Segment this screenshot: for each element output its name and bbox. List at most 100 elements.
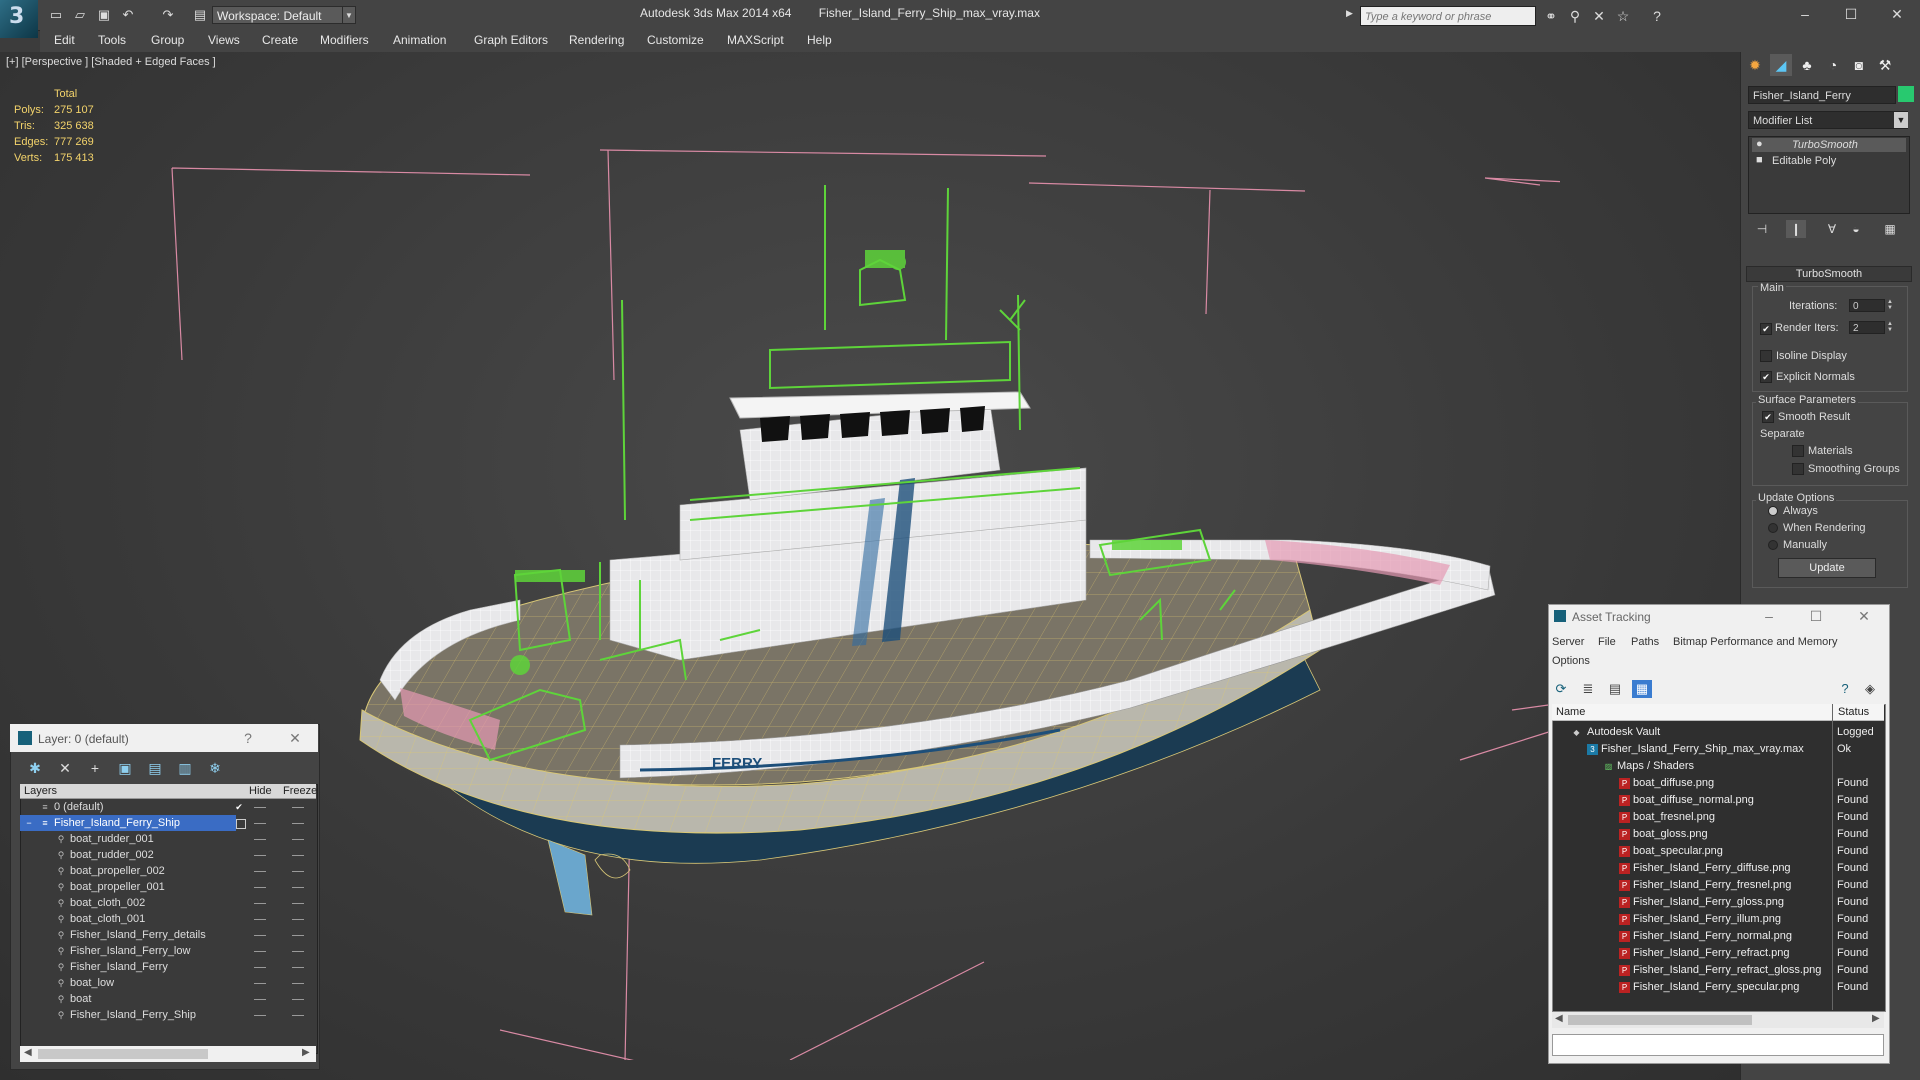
thumbnail-view-icon[interactable]: ▤ [1605, 680, 1625, 698]
close-icon[interactable]: ✕ [1849, 606, 1879, 626]
scrollbar-thumb[interactable] [38, 1049, 208, 1059]
show-end-result-icon[interactable]: ❙ [1786, 220, 1806, 238]
project-folder-icon[interactable]: ▤ [192, 7, 208, 23]
rollout-turbosmooth[interactable]: TurboSmooth [1746, 266, 1912, 282]
freeze-all-icon[interactable]: ❄ [204, 758, 226, 778]
maximize-icon[interactable]: ☐ [1829, 3, 1873, 25]
help-icon[interactable]: ? [1648, 7, 1666, 25]
menu-help[interactable]: Help [807, 33, 832, 47]
col-hide[interactable]: Hide [249, 785, 272, 797]
highlight-layer-icon[interactable]: ▤ [144, 758, 166, 778]
asset-menu-server[interactable]: Server [1552, 636, 1584, 648]
menu-group[interactable]: Group [151, 33, 184, 47]
light-bulb-icon[interactable]: ● [1756, 138, 1763, 150]
layer-row[interactable]: ⚲ Fisher_Island_Ferry_Ship [20, 1007, 316, 1023]
asset-row[interactable]: ◆ Autodesk Vault Logged [1553, 724, 1883, 741]
layer-row[interactable]: ⚲ boat_rudder_002 [20, 847, 316, 863]
menu-graph-editors[interactable]: Graph Editors [474, 33, 548, 47]
spinner-arrows-icon[interactable]: ▲ ▼ [1886, 299, 1894, 312]
render-iters-checkbox[interactable]: ✔ [1760, 323, 1772, 335]
scroll-left-icon[interactable]: ◀ [1555, 1013, 1563, 1024]
asset-menu-bitmap-performance[interactable]: Bitmap Performance and Memory [1673, 636, 1837, 648]
current-layer-box-icon[interactable] [236, 819, 246, 829]
asset-row[interactable]: P Fisher_Island_Ferry_refract.png Found [1553, 945, 1883, 962]
make-unique-icon[interactable]: ∀ [1822, 220, 1842, 238]
asset-row[interactable]: ▨ Maps / Shaders [1553, 758, 1883, 775]
explicit-normals-checkbox[interactable]: ✔ [1760, 371, 1772, 383]
col-status[interactable]: Status [1838, 706, 1869, 718]
table-view-icon[interactable]: ▦ [1632, 680, 1652, 698]
layer-row[interactable]: ⚲ boat_rudder_001 [20, 831, 316, 847]
layer-row[interactable]: ⚲ boat_propeller_001 [20, 879, 316, 895]
materials-checkbox[interactable] [1792, 445, 1804, 457]
asset-row[interactable]: P Fisher_Island_Ferry_refract_gloss.png Fo… [1553, 962, 1883, 979]
layer-row[interactable]: ⚲ boat_cloth_002 [20, 895, 316, 911]
viewport-label[interactable]: [+] [Perspective ] [Shaded + Edged Faces… [6, 56, 216, 68]
manually-radio[interactable] [1768, 540, 1778, 550]
menu-customize[interactable]: Customize [647, 33, 704, 47]
menu-rendering[interactable]: Rendering [569, 33, 624, 47]
scroll-right-icon[interactable]: ▶ [1872, 1013, 1880, 1024]
asset-menu-paths[interactable]: Paths [1631, 636, 1659, 648]
asset-row[interactable]: P Fisher_Island_Ferry_normal.png Found [1553, 928, 1883, 945]
minimize-icon[interactable]: – [1783, 3, 1827, 25]
scrollbar-thumb[interactable] [1568, 1015, 1752, 1025]
layer-row[interactable]: ⚲ Fisher_Island_Ferry_low [20, 943, 316, 959]
save-file-icon[interactable]: ▣ [96, 7, 112, 23]
undo-icon[interactable]: ↶ [120, 7, 136, 23]
close-icon[interactable]: ✕ [285, 728, 305, 748]
utilities-tab-icon[interactable]: ⚒ [1874, 54, 1896, 76]
help-icon[interactable]: ? [1835, 680, 1855, 698]
smooth-result-checkbox[interactable]: ✔ [1762, 411, 1774, 423]
modifier-list-dropdown[interactable]: Modifier List [1748, 111, 1908, 129]
create-layer-icon[interactable]: ✱ [24, 758, 46, 778]
asset-row[interactable]: Pboat_gloss.png Found [1553, 826, 1883, 843]
asset-row[interactable]: Pboat_diffuse_normal.png Found [1553, 792, 1883, 809]
modify-tab-icon[interactable]: ◢ [1770, 54, 1792, 76]
scroll-right-icon[interactable]: ▶ [302, 1047, 310, 1058]
display-tab-icon[interactable]: ◙ [1848, 54, 1870, 76]
col-freeze[interactable]: Freeze [283, 785, 317, 797]
workspace-dropdown[interactable]: Workspace: Default [212, 6, 352, 24]
layer-row[interactable]: ⚲ boat_cloth_001 [20, 911, 316, 927]
iterations-spinner[interactable]: 0 [1849, 299, 1885, 312]
layer-row-selected[interactable]: − ≡ Fisher_Island_Ferry_Ship [20, 815, 236, 831]
redo-icon[interactable]: ↷ [160, 7, 176, 23]
asset-row[interactable]: Pboat_specular.png Found [1553, 843, 1883, 860]
pin-stack-icon[interactable]: ⊣ [1752, 220, 1772, 238]
hide-all-icon[interactable]: ▥ [174, 758, 196, 778]
spinner-arrows-icon[interactable]: ▲ ▼ [1886, 321, 1894, 334]
refresh-icon[interactable]: ⟳ [1551, 680, 1571, 698]
col-name[interactable]: Name [1556, 706, 1585, 718]
open-file-icon[interactable]: ▱ [72, 7, 88, 23]
asset-menu-options[interactable]: Options [1552, 655, 1590, 667]
render-iters-spinner[interactable]: 2 [1849, 321, 1885, 334]
asset-row[interactable]: P Fisher_Island_Ferry_specular.png Found [1553, 979, 1883, 996]
layer-row[interactable]: ⚲ Fisher_Island_Ferry [20, 959, 316, 975]
remove-modifier-icon[interactable]: ◒ [1846, 220, 1866, 238]
ferry-model-render[interactable]: FERRY [160, 120, 1560, 1060]
expand-icon[interactable]: ■ [1756, 154, 1763, 166]
layer-row[interactable]: ≡ 0 (default) ✔ [20, 799, 316, 815]
binoculars-icon[interactable]: ⚭ [1542, 7, 1560, 25]
favorites-star-icon[interactable]: ☆ [1614, 7, 1632, 25]
update-button[interactable]: Update [1778, 558, 1876, 578]
layer-row[interactable]: ⚲ boat [20, 991, 316, 1007]
chevron-down-icon[interactable]: ▼ [1894, 112, 1908, 128]
list-view-icon[interactable]: ≣ [1578, 680, 1598, 698]
col-layers[interactable]: Layers [24, 785, 57, 797]
menu-animation[interactable]: Animation [393, 33, 446, 47]
asset-menu-file[interactable]: File [1598, 636, 1616, 648]
new-file-icon[interactable]: ▭ [48, 7, 64, 23]
subscription-icon[interactable]: ⚲ [1566, 7, 1584, 25]
menu-views[interactable]: Views [208, 33, 240, 47]
help-icon[interactable]: ? [238, 728, 258, 748]
menu-create[interactable]: Create [262, 33, 298, 47]
close-icon[interactable]: ✕ [1875, 3, 1919, 25]
menu-modifiers[interactable]: Modifiers [320, 33, 369, 47]
select-objects-icon[interactable]: ▣ [114, 758, 136, 778]
layer-row[interactable]: ⚲ boat_propeller_002 [20, 863, 316, 879]
asset-row[interactable]: P Fisher_Island_Ferry_illum.png Found [1553, 911, 1883, 928]
asset-row[interactable]: P Fisher_Island_Ferry_fresnel.png Found [1553, 877, 1883, 894]
stack-item-turbosmooth[interactable]: TurboSmooth [1792, 139, 1858, 151]
